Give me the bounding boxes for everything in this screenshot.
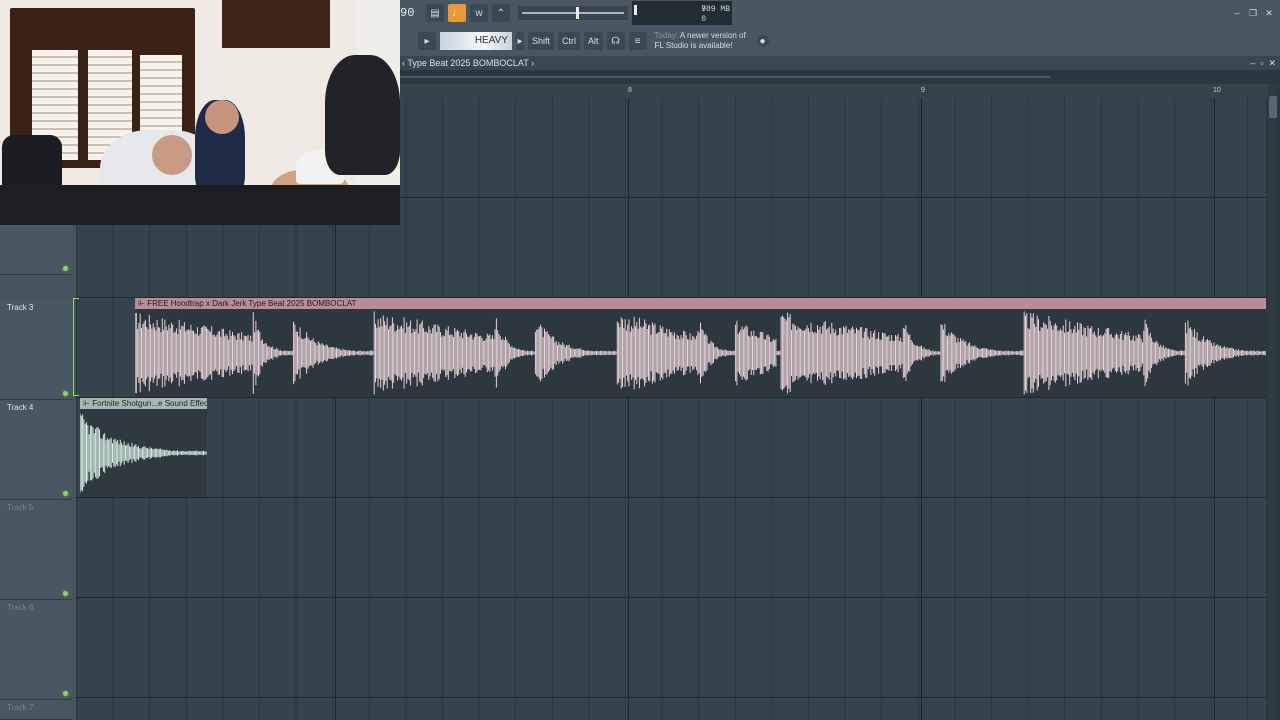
maximize-icon[interactable]: ▫ [1260, 56, 1263, 70]
waveform-path [135, 311, 1266, 395]
audio-clip-sfx[interactable]: ⊩ Fortnite Shotgun...e Sound Effect HD [80, 398, 207, 497]
close-icon[interactable]: ✕ [1268, 56, 1276, 70]
ctrl-key[interactable]: Ctrl [558, 32, 581, 50]
clip-menu-icon[interactable]: ⊩ [138, 299, 145, 308]
track-name: Track 4 [7, 403, 34, 412]
cabinet-image [222, 0, 330, 48]
slider-knob[interactable] [576, 7, 579, 19]
clip-title[interactable]: ⊩ Fortnite Shotgun...e Sound Effect HD [80, 398, 207, 409]
ruler-mark: 9 [921, 87, 925, 94]
metronome-icon[interactable]: ♩ [448, 4, 466, 22]
track-header-3[interactable]: Track 3 [0, 300, 72, 400]
app-minimize-icon[interactable]: – [1232, 8, 1242, 18]
master-volume-slider[interactable] [518, 6, 628, 20]
track-header-4[interactable]: Track 4 [0, 400, 72, 500]
scroll-thumb[interactable] [1269, 96, 1277, 118]
track-enable-led[interactable] [63, 391, 68, 396]
record-icon[interactable]: ⌃ [492, 4, 510, 22]
track-header-7[interactable]: Track 7 [0, 700, 72, 720]
clip-menu-icon[interactable]: ⊩ [83, 399, 90, 408]
track-selection-bracket [73, 298, 79, 396]
playlist-title: ‹ Type Beat 2025 BOMBOCLAT › [402, 58, 535, 68]
app-restore-icon[interactable]: ❐ [1248, 8, 1258, 18]
snap-icon[interactable]: ☊ [606, 32, 625, 50]
main-toolbar: 90 ▤ ♩ w ⌃ 7 989 MB 0 ▸ HEAVY ▸ Shift Ct… [400, 0, 1280, 56]
piano-roll-icon[interactable]: ▤ [426, 4, 444, 22]
playlist-titlebar[interactable]: ‹ Type Beat 2025 BOMBOCLAT › – ▫ ✕ [400, 56, 1280, 70]
vertical-scrollbar[interactable] [1268, 84, 1278, 720]
track-name: Track 5 [7, 503, 34, 512]
track-enable-led[interactable] [63, 266, 68, 271]
track-header-column: Track 3 Track 4 Track 5 Track 6 Track 7 [0, 200, 76, 720]
memory-value: 989 MB [701, 5, 730, 14]
next-arrow-icon[interactable]: ▸ [516, 32, 524, 50]
bar-line [921, 98, 922, 720]
tempo-display[interactable]: 90 [400, 6, 414, 20]
track-name: Track 3 [7, 303, 34, 312]
waveform [80, 413, 207, 493]
bar-line [1214, 98, 1215, 720]
ruler-mark: 10 [1213, 87, 1221, 94]
track-name: Track 6 [7, 603, 34, 612]
hint-prefix: Today: [654, 31, 679, 40]
timeline-ruler[interactable]: 8 9 10 [400, 84, 1268, 98]
cpu-memory-meter: 7 989 MB 0 [632, 1, 732, 25]
hint-bar: Today: A newer version of FL Studio is a… [655, 31, 753, 51]
clip-title[interactable]: ⊩ FREE Hoodtrap x Dark Jerk Type Beat 20… [135, 298, 1266, 309]
waveform [135, 311, 1266, 395]
webcam-overlay [0, 0, 400, 225]
magnet-icon[interactable]: ≡ [628, 32, 647, 50]
track-divider [76, 397, 1266, 398]
track-enable-led[interactable] [63, 591, 68, 596]
play-icon[interactable]: ▸ [418, 32, 436, 50]
polyphony-value: 0 [701, 15, 706, 24]
preset-selector[interactable]: HEAVY [440, 32, 512, 50]
ruler-mark: 8 [628, 87, 632, 94]
minimize-icon[interactable]: – [1250, 56, 1255, 70]
clip-label: FREE Hoodtrap x Dark Jerk Type Beat 2025… [147, 299, 357, 308]
alt-key[interactable]: Alt [584, 32, 603, 50]
waveform-path [80, 413, 207, 493]
bar-line [628, 98, 629, 720]
info-icon[interactable]: ● [756, 35, 769, 47]
wait-icon[interactable]: w [470, 4, 488, 22]
clip-label: Fortnite Shotgun...e Sound Effect HD [92, 399, 207, 408]
track-enable-led[interactable] [63, 691, 68, 696]
app-close-icon[interactable]: ✕ [1264, 8, 1274, 18]
track-header-6[interactable]: Track 6 [0, 600, 72, 700]
horizontal-scrollbar[interactable] [400, 76, 1050, 78]
track-divider [76, 597, 1266, 598]
shift-key[interactable]: Shift [528, 32, 555, 50]
audio-clip-beat[interactable]: ⊩ FREE Hoodtrap x Dark Jerk Type Beat 20… [135, 298, 1266, 397]
track-divider [76, 697, 1266, 698]
track-name: Track 7 [7, 703, 34, 712]
track-divider [76, 497, 1266, 498]
track-enable-led[interactable] [63, 491, 68, 496]
track-header-5[interactable]: Track 5 [0, 500, 72, 600]
